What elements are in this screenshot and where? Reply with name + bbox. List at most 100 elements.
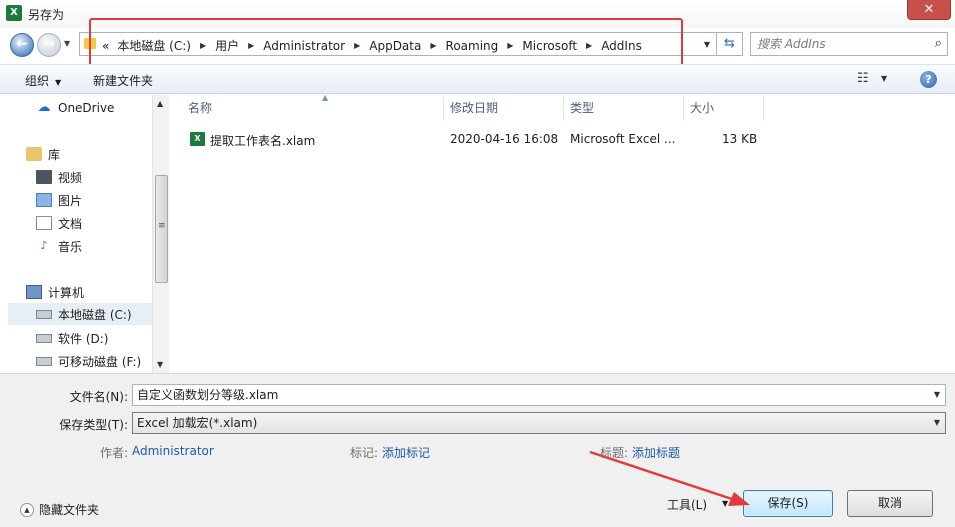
help-icon[interactable]: ? — [920, 71, 937, 88]
file-type: Microsoft Excel ... — [570, 132, 676, 146]
author-value[interactable]: Administrator — [132, 444, 214, 458]
arrow-right-icon: → — [43, 36, 55, 52]
sidebar-item-videos[interactable]: 视频 — [36, 166, 82, 188]
add-tags-link[interactable]: 添加标记 — [382, 444, 430, 461]
navigation-pane: ☁ OneDrive 库 视频 图片 文档 ♪ 音乐 计算机 本地磁盘 (C:) 软… — [0, 95, 152, 373]
sidebar-item-label: 本地磁盘 (C:) — [58, 307, 132, 322]
file-list: 名称 ▲ 修改日期 类型 大小 X 提取工作表名.xlam 2020-04-16 … — [170, 93, 955, 373]
sidebar-item-label: 可移动磁盘 (F:) — [58, 354, 142, 369]
excel-file-icon: X — [190, 132, 205, 146]
organize-button[interactable]: 组织 ▼ — [25, 72, 61, 89]
save-type-select[interactable]: Excel 加载宏(*.xlam) ▼ — [132, 412, 946, 434]
breadcrumb-separator-icon[interactable]: ▶ — [248, 41, 254, 50]
folder-icon — [84, 38, 96, 49]
sidebar-item-label: 库 — [48, 147, 61, 162]
breadcrumb-item[interactable]: 用户 — [215, 37, 239, 54]
close-button[interactable]: ✕ — [907, 0, 951, 20]
breadcrumb-item[interactable]: AppData — [369, 39, 421, 53]
breadcrumb-separator-icon[interactable]: ▶ — [200, 41, 206, 50]
cancel-button[interactable]: 取消 — [847, 490, 933, 517]
sidebar-item-library[interactable]: 库 — [26, 143, 60, 165]
back-button[interactable]: ← — [10, 33, 34, 57]
breadcrumb-separator-icon[interactable]: ▶ — [430, 41, 436, 50]
column-header-name[interactable]: 名称 ▲ — [182, 93, 444, 121]
sidebar-item-label: OneDrive — [58, 101, 115, 115]
tags-label: 标记: — [350, 446, 379, 460]
save-as-dialog: X 另存为 ✕ ← → ▼ « 本地磁盘 (C:) ▶ 用户 ▶ Adminis… — [0, 0, 955, 527]
computer-icon — [26, 285, 42, 299]
scroll-down-icon[interactable]: ▼ — [157, 360, 163, 369]
breadcrumb-item[interactable]: Roaming — [446, 39, 499, 53]
sidebar-item-documents[interactable]: 文档 — [36, 212, 82, 234]
file-name: 提取工作表名.xlam — [210, 134, 316, 148]
column-header-modified[interactable]: 修改日期 — [444, 95, 564, 121]
view-chevron-down-icon[interactable]: ▼ — [881, 74, 887, 83]
title-label: 标题: — [600, 446, 629, 460]
search-input[interactable] — [757, 36, 927, 52]
breadcrumb-item[interactable]: AddIns — [601, 39, 642, 53]
address-history-chevron-down-icon[interactable]: ▼ — [704, 40, 710, 49]
column-header-type[interactable]: 类型 — [564, 95, 684, 121]
document-icon — [36, 216, 52, 230]
breadcrumb-separator-icon[interactable]: ▶ — [586, 41, 592, 50]
tools-button[interactable]: 工具(L) — [667, 496, 707, 513]
view-options-icon[interactable]: ☷ — [857, 71, 869, 86]
address-bar[interactable]: « 本地磁盘 (C:) ▶ 用户 ▶ Administrator ▶ AppDa… — [79, 32, 717, 56]
sidebar-item-drive-d[interactable]: 软件 (D:) — [36, 327, 108, 349]
breadcrumb-item[interactable]: 本地磁盘 (C:) — [117, 37, 191, 54]
breadcrumb: « 本地磁盘 (C:) ▶ 用户 ▶ Administrator ▶ AppDa… — [102, 37, 642, 54]
add-title-link[interactable]: 添加标题 — [632, 444, 680, 461]
scroll-up-icon[interactable]: ▲ — [157, 99, 163, 108]
drive-icon — [36, 333, 52, 343]
chevron-up-icon: ▲ — [20, 502, 34, 517]
removable-drive-icon — [36, 356, 52, 366]
navigation-scrollbar[interactable]: ▲ ≡ ▼ — [152, 95, 169, 373]
save-button[interactable]: 保存(S) — [743, 490, 833, 517]
tools-chevron-down-icon[interactable]: ▼ — [722, 499, 728, 508]
new-folder-button[interactable]: 新建文件夹 — [93, 72, 153, 89]
save-type-label: 保存类型(T): — [59, 418, 128, 432]
scrollbar-thumb[interactable]: ≡ — [155, 175, 168, 283]
refresh-button[interactable]: ⇆ — [717, 32, 743, 56]
file-modified: 2020-04-16 16:08 — [450, 132, 559, 146]
organize-label: 组织 — [25, 74, 50, 88]
filename-label: 文件名(N): — [69, 390, 128, 404]
breadcrumb-overflow[interactable]: « — [102, 39, 109, 53]
drive-icon — [36, 309, 52, 319]
breadcrumb-separator-icon[interactable]: ▶ — [507, 41, 513, 50]
column-header-label: 名称 — [188, 101, 213, 115]
forward-button[interactable]: → — [37, 33, 61, 57]
sidebar-item-computer[interactable]: 计算机 — [26, 281, 84, 303]
save-type-chevron-down-icon: ▼ — [933, 418, 940, 427]
search-icon[interactable]: ⌕ — [935, 36, 942, 51]
sidebar-item-label: 音乐 — [58, 239, 83, 254]
author-label: 作者: — [100, 446, 129, 460]
hide-folders-toggle[interactable]: ▲ 隐藏文件夹 — [20, 501, 99, 518]
breadcrumb-item[interactable]: Microsoft — [522, 39, 577, 53]
hide-folders-label: 隐藏文件夹 — [39, 503, 100, 517]
breadcrumb-separator-icon[interactable]: ▶ — [354, 41, 360, 50]
command-toolbar: 组织 ▼ 新建文件夹 ☷ ▼ ? — [0, 64, 955, 94]
library-icon — [26, 147, 42, 161]
sidebar-item-label: 文档 — [58, 216, 83, 231]
window-title: 另存为 — [28, 8, 65, 22]
sidebar-item-drive-f[interactable]: 可移动磁盘 (F:) — [36, 350, 141, 372]
picture-icon — [36, 193, 52, 207]
sort-ascending-icon: ▲ — [322, 93, 329, 102]
sidebar-item-music[interactable]: ♪ 音乐 — [36, 235, 82, 257]
sidebar-item-pictures[interactable]: 图片 — [36, 189, 82, 211]
sidebar-item-label: 视频 — [58, 170, 83, 185]
title-bar: X 另存为 ✕ — [0, 0, 955, 28]
filename-value: 自定义函数划分等级.xlam — [137, 388, 279, 402]
file-row[interactable]: X 提取工作表名.xlam 2020-04-16 16:08 Microsoft… — [184, 129, 764, 151]
filename-chevron-down-icon[interactable]: ▼ — [934, 385, 940, 405]
filename-field[interactable]: 自定义函数划分等级.xlam ▼ — [132, 384, 946, 406]
column-header-size[interactable]: 大小 — [684, 95, 764, 121]
recent-locations-chevron-down-icon[interactable]: ▼ — [64, 39, 70, 48]
breadcrumb-item[interactable]: Administrator — [263, 39, 345, 53]
excel-app-icon: X — [6, 5, 22, 21]
save-type-value: Excel 加载宏(*.xlam) — [137, 416, 258, 430]
search-box: ⌕ — [750, 32, 948, 56]
sidebar-item-onedrive[interactable]: ☁ OneDrive — [36, 97, 115, 119]
sidebar-item-drive-c[interactable]: 本地磁盘 (C:) — [8, 303, 152, 325]
